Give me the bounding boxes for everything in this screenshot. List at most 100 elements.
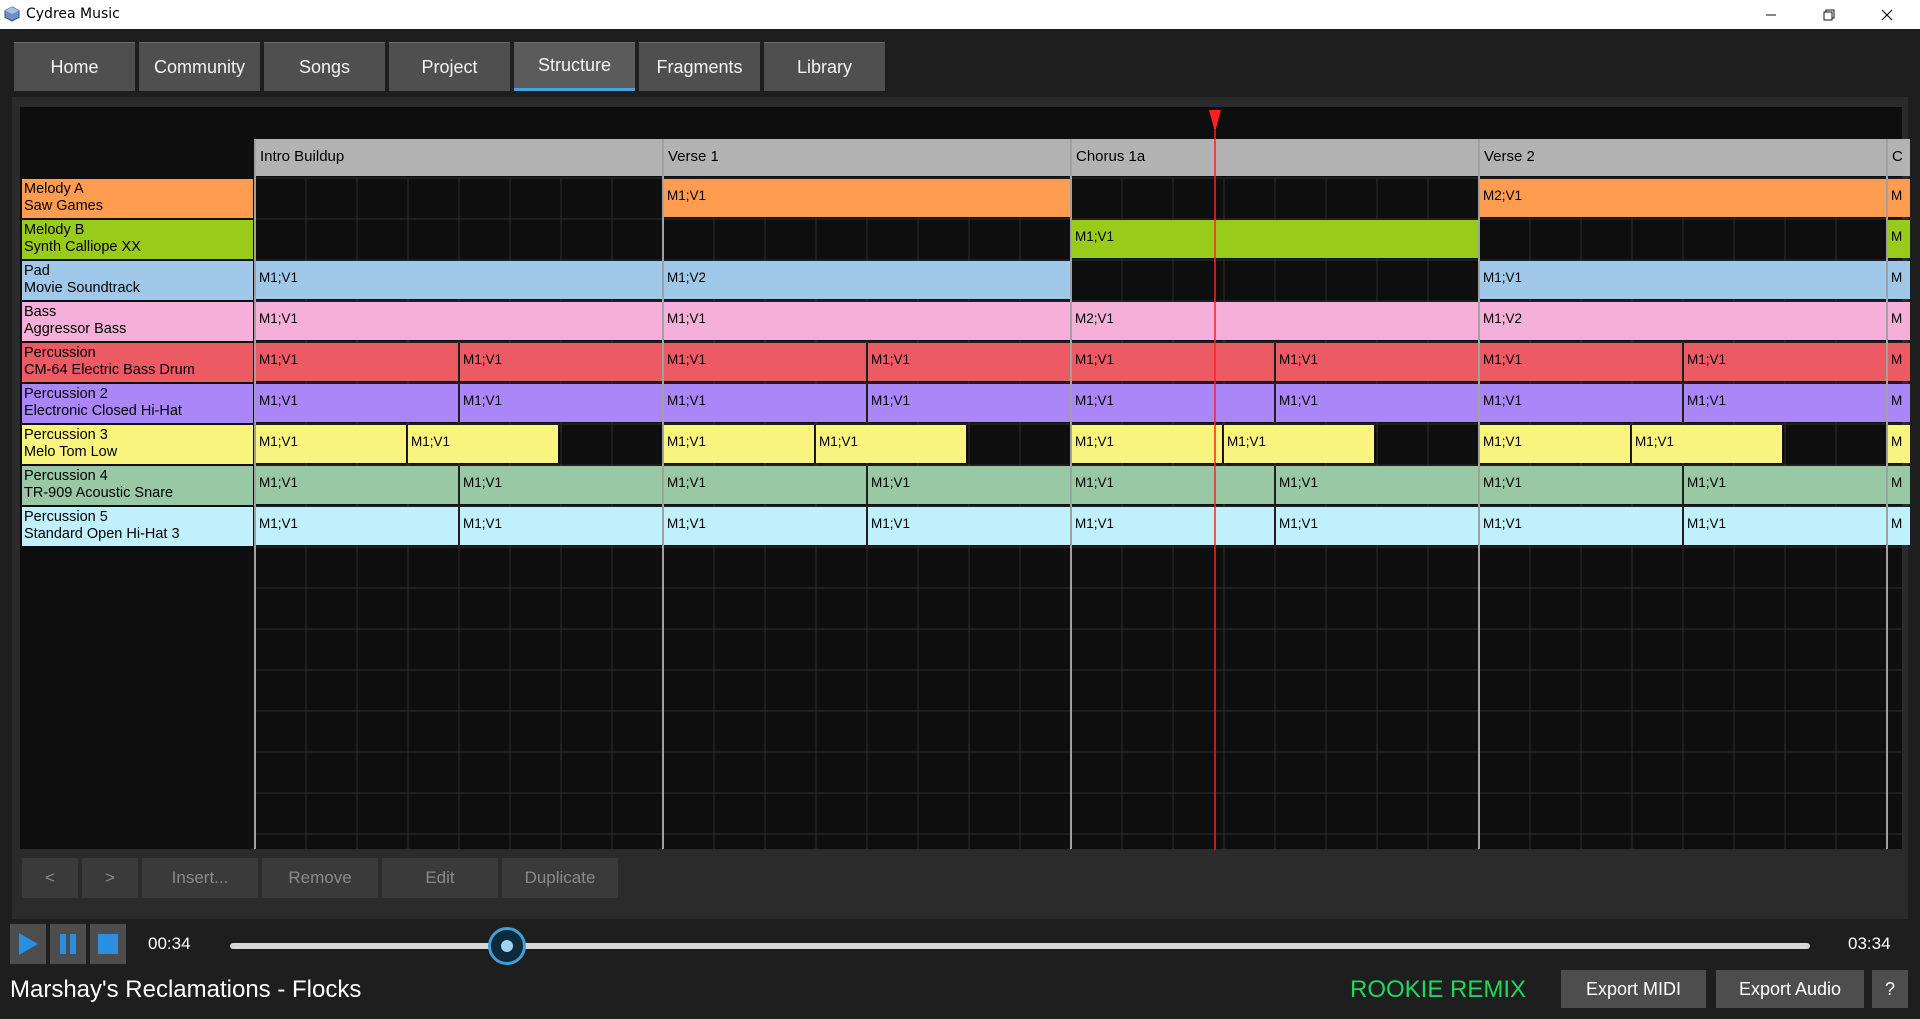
pattern-block[interactable]: M1;V1: [1480, 425, 1630, 463]
pattern-block[interactable]: M1;V1: [1072, 343, 1274, 381]
track-header[interactable]: Percussion 2 Electronic Closed Hi-Hat: [22, 384, 253, 423]
tab-songs[interactable]: Songs: [264, 42, 385, 91]
insert-button[interactable]: Insert...: [142, 858, 258, 898]
duplicate-button[interactable]: Duplicate: [502, 858, 618, 898]
pattern-block[interactable]: M1;V1: [256, 302, 662, 340]
pattern-block[interactable]: M1;V1: [664, 466, 866, 504]
pattern-block[interactable]: M1;V1: [868, 384, 1070, 422]
pattern-block[interactable]: M2;V1: [1072, 302, 1478, 340]
pattern-block[interactable]: M1;V1: [460, 384, 662, 422]
pattern-block[interactable]: M1;V1: [1276, 507, 1478, 545]
pattern-block[interactable]: M1;V1: [1072, 466, 1274, 504]
pattern-block[interactable]: M1;V1: [460, 507, 662, 545]
playhead-marker[interactable]: [1200, 108, 1230, 850]
pattern-block[interactable]: M1;V1: [664, 425, 814, 463]
pattern-block[interactable]: M1;V1: [1684, 507, 1886, 545]
help-button[interactable]: ?: [1872, 970, 1908, 1008]
pattern-block[interactable]: M1;V1: [460, 466, 662, 504]
pattern-block[interactable]: M1;V1: [256, 507, 458, 545]
section-header[interactable]: Intro Buildup: [256, 139, 662, 176]
track-header[interactable]: Melody B Synth Calliope XX: [22, 220, 253, 259]
pattern-block[interactable]: M1;V1: [1072, 384, 1274, 422]
tab-community[interactable]: Community: [139, 42, 260, 91]
pattern-block[interactable]: M1;V1: [664, 179, 1070, 217]
pattern-block[interactable]: M1;V1: [664, 384, 866, 422]
pattern-block[interactable]: M1;V1: [868, 507, 1070, 545]
close-window-button[interactable]: [1858, 0, 1916, 29]
pattern-block[interactable]: M1;V1: [1224, 425, 1374, 463]
track-name: Percussion 4: [24, 468, 108, 484]
pattern-block[interactable]: M1;V1: [664, 507, 866, 545]
pattern-block[interactable]: M1;V1: [1480, 507, 1682, 545]
pattern-block[interactable]: M: [1888, 302, 1910, 340]
pattern-block[interactable]: M1;V1: [1480, 384, 1682, 422]
pattern-block[interactable]: M1;V1: [1276, 343, 1478, 381]
pattern-block[interactable]: M: [1888, 343, 1910, 381]
pattern-block[interactable]: M1;V1: [1276, 466, 1478, 504]
pattern-block[interactable]: M1;V1: [1276, 384, 1478, 422]
tab-library[interactable]: Library: [764, 42, 885, 91]
export-audio-button[interactable]: Export Audio: [1716, 970, 1864, 1008]
tab-home[interactable]: Home: [14, 42, 135, 91]
pattern-block[interactable]: M: [1888, 425, 1910, 463]
pattern-block[interactable]: M1;V1: [664, 343, 866, 381]
pattern-block[interactable]: M1;V1: [1684, 466, 1886, 504]
pattern-block[interactable]: M1;V1: [256, 466, 458, 504]
remove-button[interactable]: Remove: [262, 858, 378, 898]
tab-structure[interactable]: Structure: [514, 42, 635, 91]
pattern-block[interactable]: M1;V1: [1480, 261, 1886, 299]
track-header[interactable]: Percussion 5 Standard Open Hi-Hat 3: [22, 507, 253, 546]
track-header[interactable]: Melody A Saw Games: [22, 179, 253, 218]
pattern-block[interactable]: M1;V1: [868, 343, 1070, 381]
pattern-block[interactable]: M2;V1: [1480, 179, 1886, 217]
pattern-block[interactable]: M: [1888, 466, 1910, 504]
track-header[interactable]: Bass Aggressor Bass: [22, 302, 253, 341]
pattern-block[interactable]: M1;V1: [256, 384, 458, 422]
section-header[interactable]: Chorus 1a: [1072, 139, 1478, 176]
pattern-block[interactable]: M1;V1: [1072, 220, 1478, 258]
progress-slider[interactable]: [230, 943, 1810, 949]
pattern-block[interactable]: M1;V1: [1684, 343, 1886, 381]
play-button[interactable]: [10, 924, 46, 964]
pattern-block[interactable]: M: [1888, 261, 1910, 299]
track-header[interactable]: Percussion 4 TR-909 Acoustic Snare: [22, 466, 253, 505]
section-header[interactable]: Verse 1: [664, 139, 1070, 176]
pattern-block[interactable]: M1;V1: [460, 343, 662, 381]
track-header[interactable]: Percussion 3 Melo Tom Low: [22, 425, 253, 464]
pattern-block[interactable]: M: [1888, 507, 1910, 545]
tab-project[interactable]: Project: [389, 42, 510, 91]
pattern-block[interactable]: M: [1888, 220, 1910, 258]
pattern-block[interactable]: M1;V1: [256, 425, 406, 463]
pattern-block[interactable]: M: [1888, 179, 1910, 217]
progress-slider-handle[interactable]: [487, 927, 526, 965]
minimize-button[interactable]: [1742, 0, 1800, 29]
pause-button[interactable]: [50, 924, 86, 964]
section-header[interactable]: Verse 2: [1480, 139, 1886, 176]
pattern-block[interactable]: M1;V2: [664, 261, 1070, 299]
track-header[interactable]: Pad Movie Soundtrack: [22, 261, 253, 300]
track-header[interactable]: Percussion CM-64 Electric Bass Drum: [22, 343, 253, 382]
section-header[interactable]: C: [1888, 139, 1910, 176]
pattern-block[interactable]: M1;V1: [664, 302, 1070, 340]
pattern-block[interactable]: M1;V1: [1684, 384, 1886, 422]
pattern-block[interactable]: M1;V1: [1632, 425, 1782, 463]
pattern-block[interactable]: M1;V2: [1480, 302, 1886, 340]
export-midi-button[interactable]: Export MIDI: [1561, 970, 1706, 1008]
pattern-block[interactable]: M1;V1: [1480, 343, 1682, 381]
edit-button[interactable]: Edit: [382, 858, 498, 898]
restore-button[interactable]: [1800, 0, 1858, 29]
tab-fragments[interactable]: Fragments: [639, 42, 760, 91]
previous-button[interactable]: <: [22, 858, 78, 898]
pattern-block[interactable]: M1;V1: [408, 425, 558, 463]
minimize-icon: [1766, 14, 1776, 15]
pattern-block[interactable]: M1;V1: [1072, 507, 1274, 545]
pattern-block[interactable]: M1;V1: [256, 261, 662, 299]
stop-button[interactable]: [90, 924, 126, 964]
pattern-block[interactable]: M1;V1: [816, 425, 966, 463]
pattern-block[interactable]: M1;V1: [256, 343, 458, 381]
pattern-block[interactable]: M1;V1: [868, 466, 1070, 504]
pattern-block[interactable]: M1;V1: [1480, 466, 1682, 504]
title-bar: Cydrea Music: [0, 0, 1920, 29]
pattern-block[interactable]: M: [1888, 384, 1910, 422]
next-button[interactable]: >: [82, 858, 138, 898]
